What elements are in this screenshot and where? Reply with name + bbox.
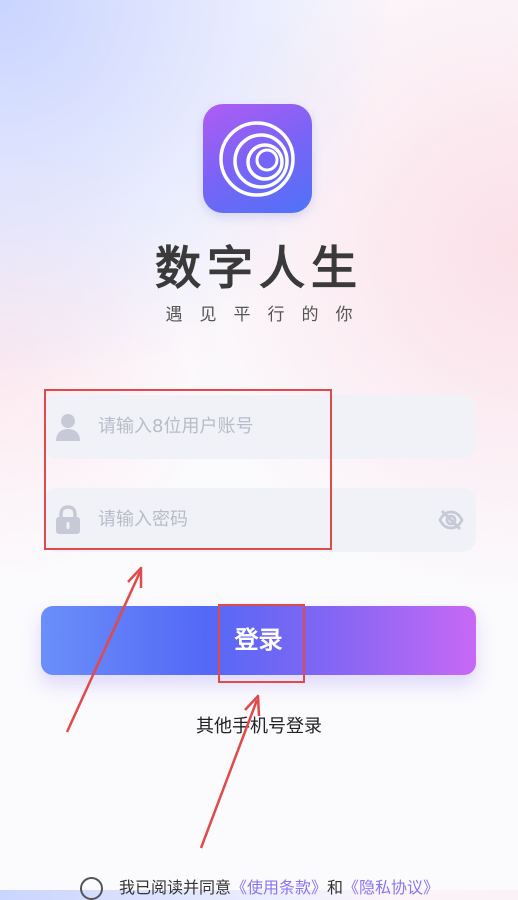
app-title: 数字人生 <box>155 241 363 295</box>
agreement-checkbox[interactable] <box>80 877 103 900</box>
privacy-link[interactable]: 《隐私协议》 <box>343 878 439 897</box>
app-slogan: 遇见平行的你 <box>165 305 370 325</box>
concentric-rings-icon <box>219 121 295 197</box>
other-phone-login-link[interactable]: 其他手机号登录 <box>0 712 518 738</box>
input-highlight-box <box>44 389 332 550</box>
agreement-prefix: 我已阅读并同意 <box>119 878 232 897</box>
terms-link[interactable]: 《使用条款》 <box>231 878 327 897</box>
button-highlight-box <box>218 604 305 683</box>
eye-off-icon[interactable] <box>438 508 464 532</box>
app-logo <box>203 104 312 213</box>
agreement-row: 我已阅读并同意《使用条款》和《隐私协议》 <box>80 874 510 900</box>
agreement-conjunction: 和 <box>327 878 344 897</box>
